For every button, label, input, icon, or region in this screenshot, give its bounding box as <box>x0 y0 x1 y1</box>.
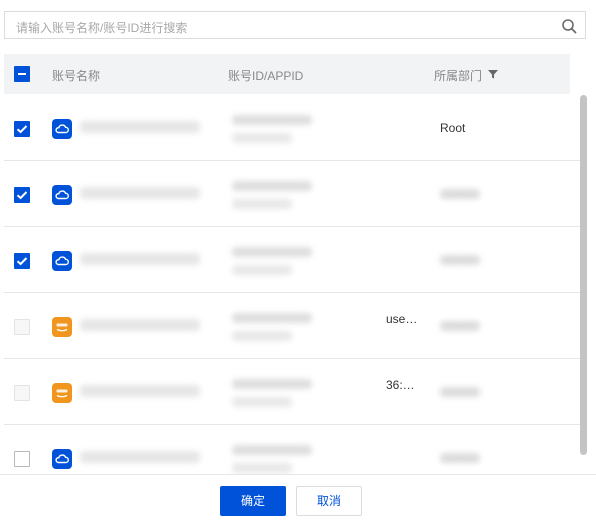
filter-icon[interactable] <box>488 69 498 79</box>
confirm-button[interactable]: 确定 <box>220 486 286 516</box>
account-list: Root use… 36:… <box>4 94 580 474</box>
account-id-redacted <box>232 313 312 323</box>
cancel-button[interactable]: 取消 <box>296 486 362 516</box>
account-name-redacted <box>80 385 200 397</box>
row-checkbox[interactable] <box>14 385 30 401</box>
table-row[interactable]: 36:… <box>4 359 580 425</box>
search-icon[interactable] <box>561 18 577 34</box>
cloud-icon <box>52 449 72 469</box>
table-row[interactable] <box>4 425 580 474</box>
row-checkbox[interactable] <box>14 319 30 335</box>
appid-redacted <box>232 133 292 143</box>
account-id-redacted <box>232 445 312 455</box>
scrollbar[interactable] <box>580 95 587 455</box>
account-id-redacted <box>232 247 312 257</box>
row-checkbox[interactable] <box>14 451 30 467</box>
account-name-redacted <box>80 121 200 133</box>
account-name-redacted <box>80 187 200 199</box>
select-all-checkbox[interactable] <box>14 66 30 82</box>
row-checkbox[interactable] <box>14 253 30 269</box>
aws-icon <box>52 317 72 337</box>
table-row[interactable] <box>4 227 580 293</box>
appid-redacted <box>232 331 292 341</box>
table-header: 账号名称 账号ID/APPID 所属部门 <box>4 54 570 94</box>
department-redacted <box>440 453 480 463</box>
account-name-redacted <box>80 451 200 463</box>
appid-redacted <box>232 199 292 209</box>
row-checkbox[interactable] <box>14 187 30 203</box>
account-id-redacted <box>232 379 312 389</box>
department-redacted <box>440 387 480 397</box>
department-redacted <box>440 189 480 199</box>
cloud-icon <box>52 185 72 205</box>
account-id-redacted <box>232 181 312 191</box>
account-id-redacted <box>232 115 312 125</box>
appid-redacted <box>232 463 292 473</box>
search-box[interactable]: 请输入账号名称/账号ID进行搜索 <box>4 11 586 39</box>
aws-icon <box>52 383 72 403</box>
department-redacted <box>440 255 480 265</box>
table-row[interactable]: use… <box>4 293 580 359</box>
table-row[interactable]: Root <box>4 95 580 161</box>
account-id-tail: use… <box>386 312 418 326</box>
table-row[interactable] <box>4 161 580 227</box>
column-header-id: 账号ID/APPID <box>228 69 304 83</box>
account-name-redacted <box>80 319 200 331</box>
department-redacted <box>440 321 480 331</box>
row-checkbox[interactable] <box>14 121 30 137</box>
search-input[interactable]: 请输入账号名称/账号ID进行搜索 <box>16 19 187 36</box>
appid-redacted <box>232 397 292 407</box>
account-name-redacted <box>80 253 200 265</box>
appid-redacted <box>232 265 292 275</box>
column-header-dept: 所属部门 <box>434 69 483 83</box>
department-label: Root <box>440 121 466 135</box>
cloud-icon <box>52 119 72 139</box>
column-header-name: 账号名称 <box>52 69 101 83</box>
account-id-tail: 36:… <box>386 378 415 392</box>
cloud-icon <box>52 251 72 271</box>
dialog-footer: 确定 取消 <box>0 474 596 524</box>
